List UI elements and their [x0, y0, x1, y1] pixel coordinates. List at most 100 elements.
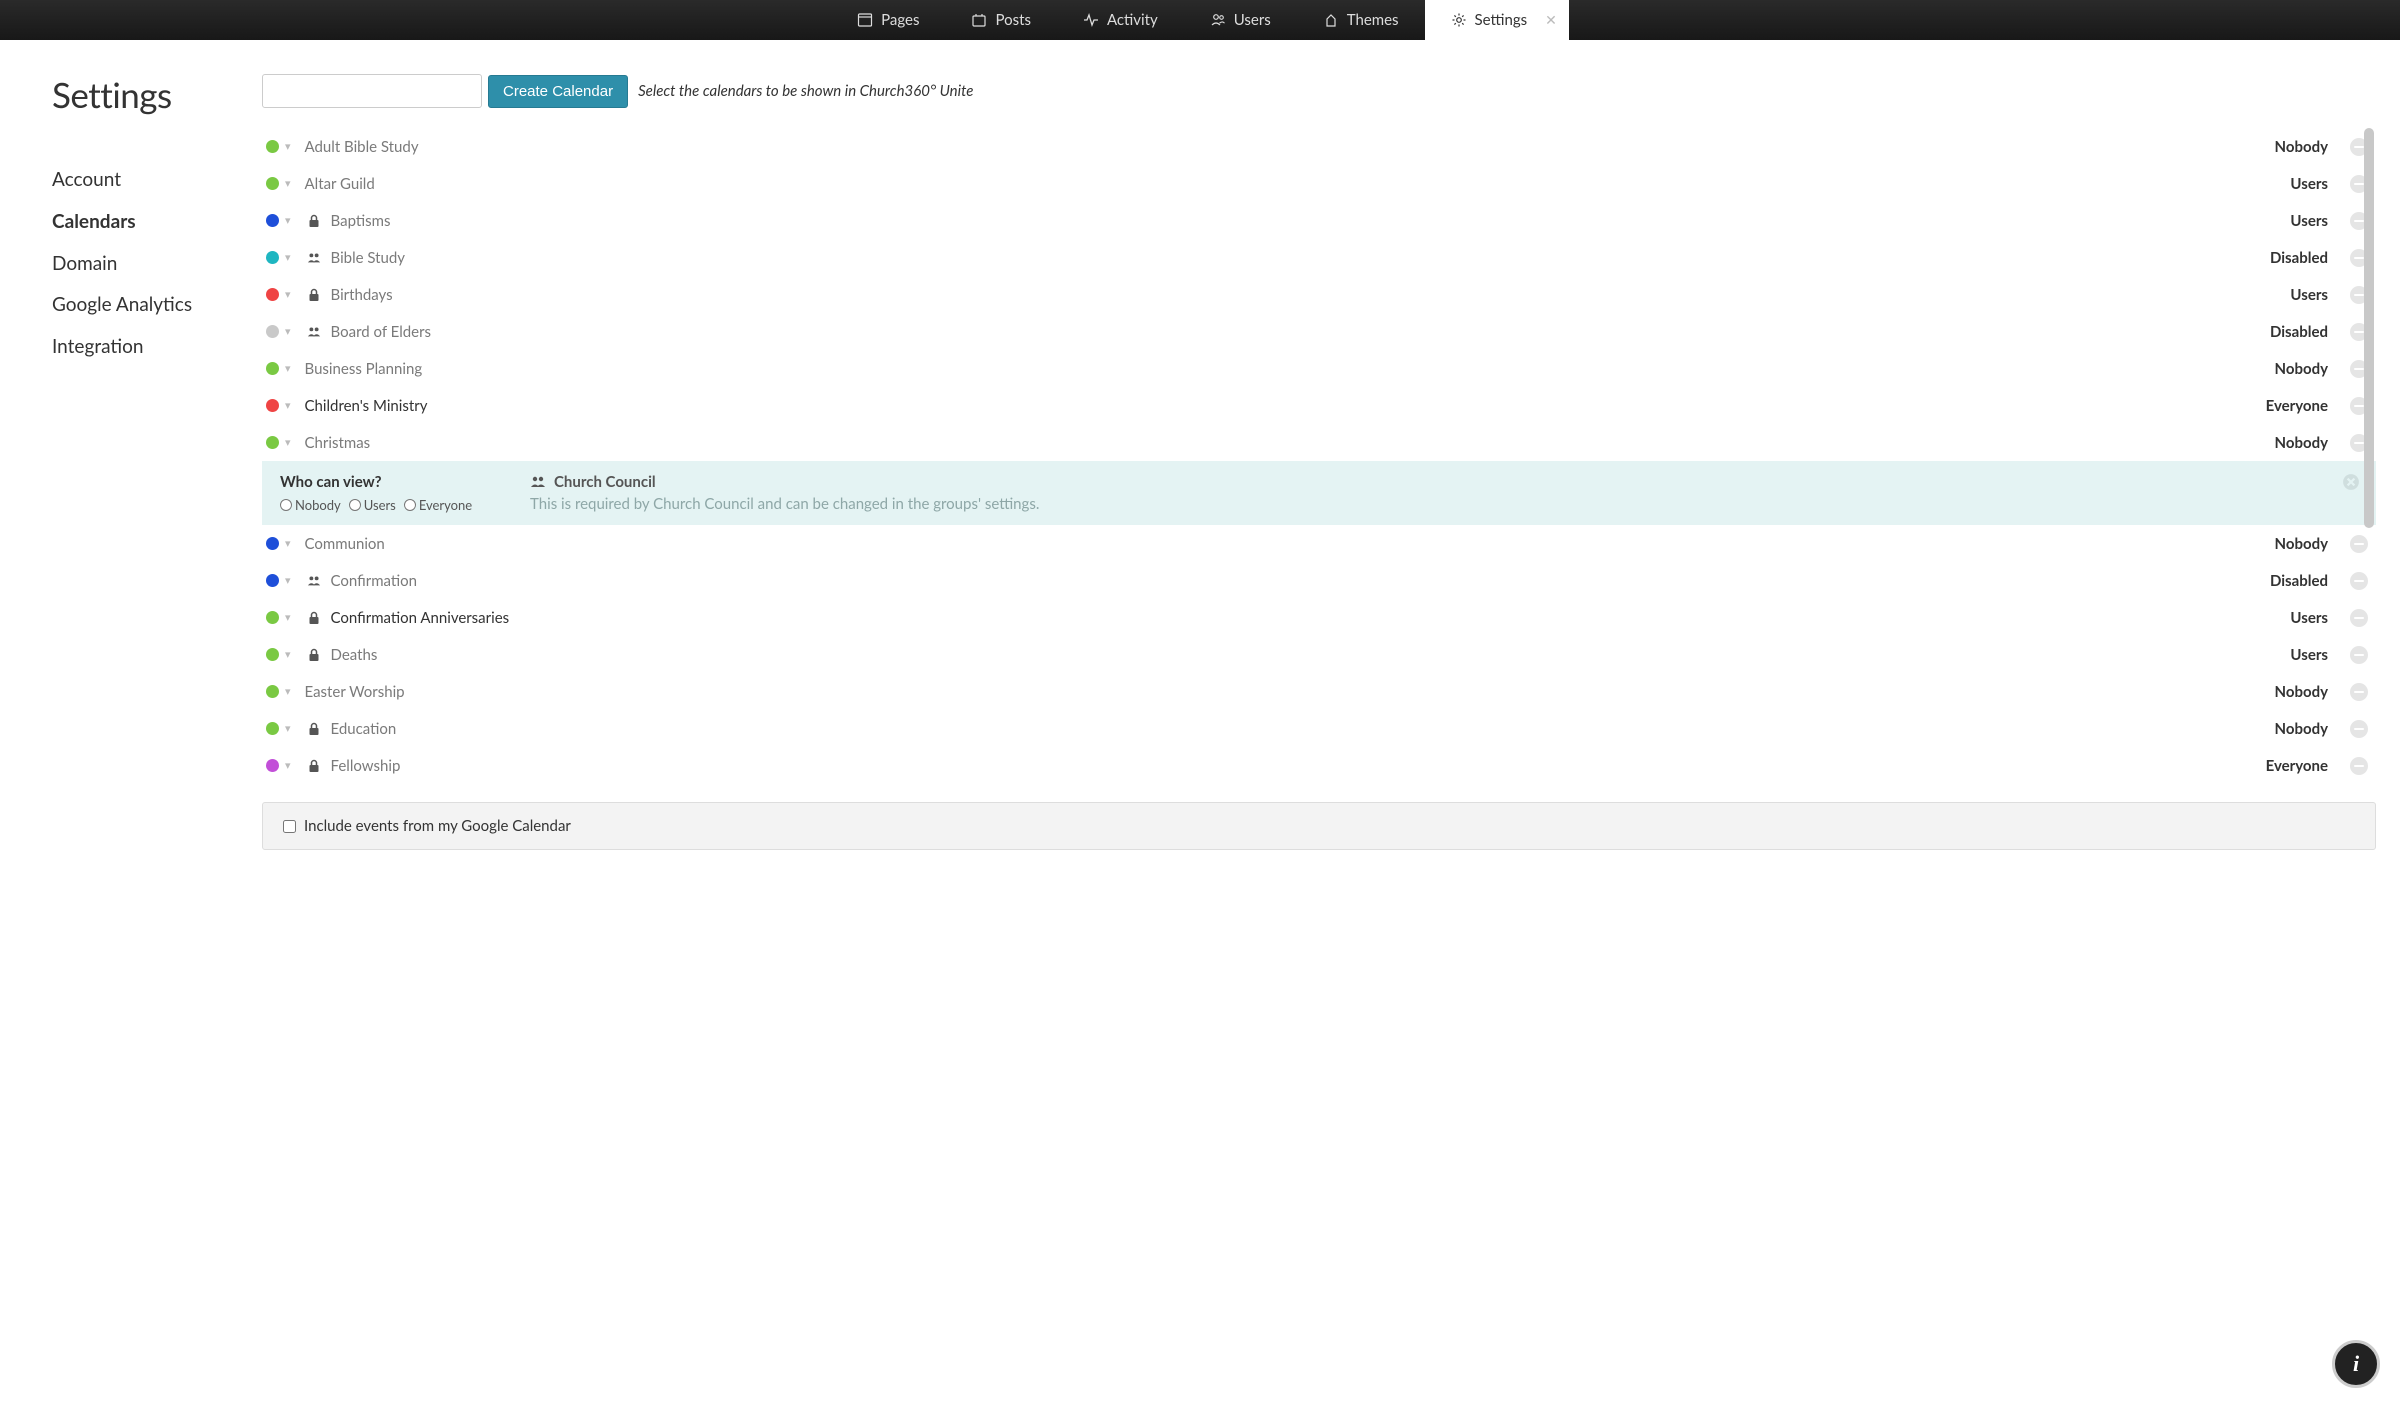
calendar-row[interactable]: ▾DeathsUsers	[262, 636, 2376, 673]
remove-button[interactable]	[2350, 572, 2368, 590]
lock-icon	[305, 722, 323, 736]
calendar-row[interactable]: ▾Altar GuildUsers	[262, 165, 2376, 202]
posts-icon	[971, 12, 987, 28]
calendar-list: ▾Adult Bible StudyNobody▾Altar GuildUser…	[262, 128, 2376, 461]
who-can-view-title: Who can view?	[280, 473, 530, 491]
lock-icon	[305, 648, 323, 662]
sidebar-item-google-analytics[interactable]: Google Analytics	[52, 293, 210, 317]
color-dot[interactable]	[266, 574, 279, 587]
color-dot[interactable]	[266, 140, 279, 153]
calendar-row[interactable]: ▾Children's MinistryEveryone	[262, 387, 2376, 424]
calendar-row[interactable]: ▾FellowshipEveryone	[262, 747, 2376, 784]
remove-button[interactable]	[2350, 720, 2368, 738]
visibility-label: Nobody	[2275, 720, 2329, 738]
remove-button[interactable]	[2350, 683, 2368, 701]
chevron-down-icon[interactable]: ▾	[285, 611, 291, 624]
calendar-row[interactable]: ▾ConfirmationDisabled	[262, 562, 2376, 599]
chevron-down-icon[interactable]: ▾	[285, 537, 291, 550]
lock-icon	[305, 611, 323, 625]
close-expanded-icon[interactable]	[2342, 473, 2360, 495]
color-dot[interactable]	[266, 436, 279, 449]
color-dot[interactable]	[266, 177, 279, 190]
sidebar-item-account[interactable]: Account	[52, 168, 210, 192]
calendar-name: Confirmation Anniversaries	[331, 609, 2291, 627]
calendar-row[interactable]: ▾Confirmation AnniversariesUsers	[262, 599, 2376, 636]
info-fab-button[interactable]: i	[2332, 1340, 2380, 1388]
chevron-down-icon[interactable]: ▾	[285, 251, 291, 264]
sidebar-item-integration[interactable]: Integration	[52, 335, 210, 359]
visibility-label: Users	[2290, 175, 2328, 193]
chevron-down-icon[interactable]: ▾	[285, 436, 291, 449]
include-gcal-checkbox[interactable]	[283, 820, 296, 833]
create-calendar-button[interactable]: Create Calendar	[488, 75, 628, 108]
nav-users[interactable]: Users	[1184, 0, 1297, 40]
remove-button[interactable]	[2350, 757, 2368, 775]
color-dot[interactable]	[266, 648, 279, 661]
calendar-row[interactable]: ▾EducationNobody	[262, 710, 2376, 747]
calendar-name-input[interactable]	[262, 74, 482, 108]
visibility-label: Users	[2290, 286, 2328, 304]
chevron-down-icon[interactable]: ▾	[285, 574, 291, 587]
color-dot[interactable]	[266, 251, 279, 264]
group-icon	[305, 251, 323, 265]
calendar-row[interactable]: ▾Business PlanningNobody	[262, 350, 2376, 387]
calendar-row[interactable]: ▾BirthdaysUsers	[262, 276, 2376, 313]
chevron-down-icon[interactable]: ▾	[285, 177, 291, 190]
chevron-down-icon[interactable]: ▾	[285, 685, 291, 698]
color-dot[interactable]	[266, 537, 279, 550]
sidebar-item-calendars[interactable]: Calendars	[52, 210, 210, 234]
nav-label: Activity	[1107, 11, 1158, 29]
remove-button[interactable]	[2350, 646, 2368, 664]
chevron-down-icon[interactable]: ▾	[285, 288, 291, 301]
nav-label: Themes	[1347, 11, 1399, 29]
who-option-users[interactable]: Users	[349, 497, 396, 513]
who-option-everyone[interactable]: Everyone	[404, 497, 472, 513]
color-dot[interactable]	[266, 362, 279, 375]
calendar-row[interactable]: ▾Adult Bible StudyNobody	[262, 128, 2376, 165]
chevron-down-icon[interactable]: ▾	[285, 399, 291, 412]
group-icon	[530, 475, 546, 489]
page-title: Settings	[52, 74, 210, 116]
color-dot[interactable]	[266, 288, 279, 301]
nav-settings[interactable]: Settings ✕	[1425, 0, 1569, 40]
google-calendar-box: Include events from my Google Calendar	[262, 802, 2376, 850]
nav-pages[interactable]: Pages	[831, 0, 945, 40]
calendar-row[interactable]: ▾BaptismsUsers	[262, 202, 2376, 239]
lock-icon	[305, 288, 323, 302]
chevron-down-icon[interactable]: ▾	[285, 648, 291, 661]
calendar-row[interactable]: ▾ Easter WorshipNobody	[262, 673, 2376, 710]
close-tab-icon[interactable]: ✕	[1545, 11, 1557, 29]
color-dot[interactable]	[266, 325, 279, 338]
calendar-row-expanded: Who can view? Nobody Users Everyone Chur…	[262, 461, 2376, 525]
chevron-down-icon[interactable]: ▾	[285, 214, 291, 227]
visibility-label: Disabled	[2270, 323, 2328, 341]
calendar-row[interactable]: ▾CommunionNobody	[262, 525, 2376, 562]
calendar-name: Easter Worship	[305, 683, 2275, 701]
visibility-label: Nobody	[2275, 683, 2329, 701]
remove-button[interactable]	[2350, 609, 2368, 627]
calendar-row[interactable]: ▾ChristmasNobody	[262, 424, 2376, 461]
calendar-row[interactable]: ▾ Board of EldersDisabled	[262, 313, 2376, 350]
nav-posts[interactable]: Posts	[945, 0, 1056, 40]
chevron-down-icon[interactable]: ▾	[285, 722, 291, 735]
color-dot[interactable]	[266, 685, 279, 698]
calendar-name: Board of Elders	[331, 323, 2270, 341]
color-dot[interactable]	[266, 214, 279, 227]
chevron-down-icon[interactable]: ▾	[285, 362, 291, 375]
color-dot[interactable]	[266, 399, 279, 412]
chevron-down-icon[interactable]: ▾	[285, 325, 291, 338]
scrollbar[interactable]	[2364, 128, 2374, 528]
who-option-nobody[interactable]: Nobody	[280, 497, 341, 513]
color-dot[interactable]	[266, 611, 279, 624]
remove-button[interactable]	[2350, 535, 2368, 553]
calendar-row[interactable]: ▾Bible StudyDisabled	[262, 239, 2376, 276]
nav-themes[interactable]: Themes	[1297, 0, 1425, 40]
visibility-label: Nobody	[2275, 360, 2329, 378]
sidebar-item-domain[interactable]: Domain	[52, 252, 210, 276]
chevron-down-icon[interactable]: ▾	[285, 140, 291, 153]
color-dot[interactable]	[266, 759, 279, 772]
color-dot[interactable]	[266, 722, 279, 735]
nav-activity[interactable]: Activity	[1057, 0, 1184, 40]
chevron-down-icon[interactable]: ▾	[285, 759, 291, 772]
calendar-name: Confirmation	[331, 572, 2270, 590]
